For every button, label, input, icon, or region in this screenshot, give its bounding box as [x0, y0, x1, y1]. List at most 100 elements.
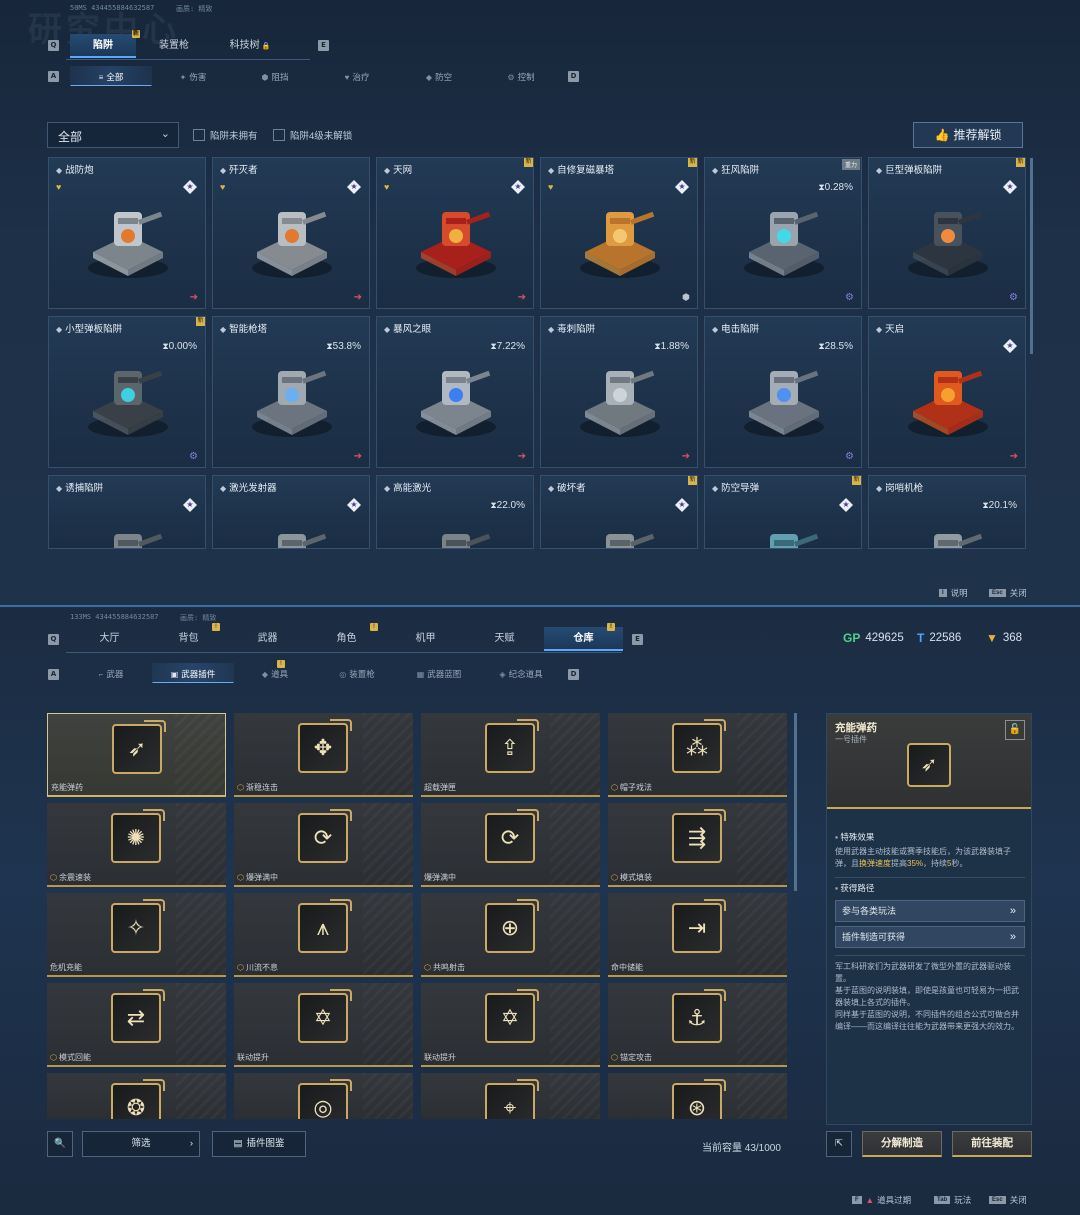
trap-card[interactable]: ◆ 暴风之眼 ⧗7.22% ➔ — [376, 316, 534, 468]
trap-card[interactable]: ◆ 破坏者 ★ 新 — [540, 475, 698, 549]
plugin-slot[interactable]: ⇥ 命中储能 — [608, 893, 787, 977]
nav-tab-5[interactable]: 天赋 — [465, 627, 544, 651]
trap-card[interactable]: ◆ 岗哨机枪 ⧗20.1% — [868, 475, 1026, 549]
share-button[interactable]: ⇱ — [826, 1131, 852, 1157]
plugin-slot[interactable]: ⁂ ⬡ 帽子戏法 — [608, 713, 787, 797]
plugin-slot[interactable]: ⊕ ⬡ 共鸣射击 — [421, 893, 600, 977]
warehouse-subtab-5[interactable]: ◈ 纪念道具 — [480, 663, 562, 683]
trap-type-icon: ◆ — [220, 484, 227, 493]
trap-card[interactable]: ◆ 巨型弹板陷阱 ★ 新 ⚙ — [868, 157, 1026, 309]
plugin-slot[interactable]: ⟳ 爆弹满中 — [421, 803, 600, 887]
plugin-icon: ❂ — [111, 1079, 165, 1119]
trap-card[interactable]: ◆ 电击陷阱 ⧗28.5% ⚙ — [704, 316, 862, 468]
filter-lv4-locked[interactable]: 陷阱4级未解锁 — [273, 128, 352, 142]
gear-icon[interactable]: ⚙ — [845, 292, 854, 303]
nav-tab-0[interactable]: 大厅 — [70, 627, 149, 651]
go-equip-button[interactable]: 前往装配 — [952, 1131, 1032, 1157]
hint-help[interactable]: I 说明 — [939, 587, 968, 599]
nav-tab-2[interactable]: 武器 — [228, 627, 307, 651]
trap-card[interactable]: ◆ 小型弹板陷阱 ⧗0.00% 新 ⚙ — [48, 316, 206, 468]
upgrade-arrow-icon[interactable]: ➔ — [682, 451, 690, 462]
gear-icon[interactable]: ⚙ — [189, 451, 198, 462]
warehouse-subtab-2[interactable]: ◆ 道具! — [234, 660, 316, 683]
plugin-slot[interactable]: ◎ — [234, 1073, 413, 1119]
hint-close[interactable]: Esc 关闭 — [989, 1194, 1027, 1206]
trap-card[interactable]: ◆ 歼灭者 ♥ ★ ➔ — [212, 157, 370, 309]
hint-play[interactable]: Tab 玩法 — [934, 1194, 971, 1206]
category-tab-5[interactable]: ⚙ 控制 — [480, 66, 562, 86]
plugin-name: 联动提升 — [237, 1053, 269, 1062]
warehouse-subtab-0[interactable]: ⌐ 武器 — [70, 663, 152, 683]
plugin-slot[interactable]: ⟳ ⬡ 爆弹满中 — [234, 803, 413, 887]
trap-card[interactable]: ◆ 激光发射器 ★ — [212, 475, 370, 549]
plugin-slot[interactable]: ⊛ — [608, 1073, 787, 1119]
trap-card[interactable]: ◆ 自修复磁暴塔 ♥ ★ 新 ⬢ — [540, 157, 698, 309]
trap-name: ◆ 防空导弹 — [712, 480, 759, 494]
tab-0[interactable]: 陷阱新 — [70, 30, 140, 58]
trap-card[interactable]: ◆ 防空导弹 ★ 新 — [704, 475, 862, 549]
trap-card[interactable]: ◆ 毒刺陷阱 ⧗1.88% ➔ — [540, 316, 698, 468]
upgrade-arrow-icon[interactable]: ➔ — [354, 292, 362, 303]
upgrade-arrow-icon[interactable]: ➔ — [518, 292, 526, 303]
route-crafting[interactable]: 插件制造可获得 » — [835, 926, 1025, 948]
plugin-slot[interactable]: ⇶ ⬡ 模式填装 — [608, 803, 787, 887]
category-tab-3[interactable]: ♥ 治疗 — [316, 66, 398, 86]
search-button[interactable]: 🔍 — [47, 1131, 73, 1157]
category-tab-2[interactable]: ⬢ 阻挡 — [234, 66, 316, 86]
warehouse-subtab-4[interactable]: ▦ 武器蓝图 — [398, 663, 480, 683]
filter-button[interactable]: 筛选 › — [82, 1131, 200, 1157]
plugin-slot[interactable]: ✺ ⬡ 余震速装 — [47, 803, 226, 887]
filter-unowned[interactable]: 陷阱未拥有 — [193, 128, 258, 142]
nav-tab-3[interactable]: 角色! — [307, 623, 386, 651]
tab-2[interactable]: 科技树 🔒 — [212, 34, 288, 58]
divider — [835, 955, 1025, 956]
alert-badge-icon: ! — [370, 623, 378, 631]
plugin-slot[interactable]: ✡ 联动提升 — [234, 983, 413, 1067]
subtab-icon: ▣ — [170, 670, 179, 679]
plugin-slot[interactable]: ➶ 充能弹药 — [47, 713, 226, 797]
sort-dropdown[interactable]: 全部 ⌄ — [47, 122, 179, 148]
warehouse-subtab-1[interactable]: ▣ 武器插件 — [152, 663, 234, 683]
scrollbar[interactable] — [1030, 158, 1033, 354]
trap-name-label: 暴风之眼 — [393, 324, 432, 335]
trap-card[interactable]: ◆ 天启 ★ ➔ — [868, 316, 1026, 468]
plugin-slot[interactable]: ⩚ ⬡ 川流不息 — [234, 893, 413, 977]
trap-card[interactable]: ◆ 天网 ♥ ★ 新 ➔ — [376, 157, 534, 309]
route-gameplay[interactable]: 参与各类玩法 » — [835, 900, 1025, 922]
plugin-slot[interactable]: ✡ 联动提升 — [421, 983, 600, 1067]
upgrade-arrow-icon[interactable]: ➔ — [354, 451, 362, 462]
nav-tab-4[interactable]: 机甲 — [386, 627, 465, 651]
warehouse-subtab-3[interactable]: ◎ 装置枪 — [316, 663, 398, 683]
hint-close[interactable]: Esc 关闭 — [989, 587, 1027, 599]
category-tab-1[interactable]: ✦ 伤害 — [152, 66, 234, 86]
scrollbar[interactable] — [794, 713, 797, 891]
plugin-slot[interactable]: ⚓ ⬡ 锚定攻击 — [608, 983, 787, 1067]
plugin-slot[interactable]: ⇪ 超载弹匣 — [421, 713, 600, 797]
plugin-slot[interactable]: ✥ ⬡ 渐稳连击 — [234, 713, 413, 797]
nav-tab-6[interactable]: 仓库! — [544, 623, 623, 651]
upgrade-arrow-icon[interactable]: ➔ — [518, 451, 526, 462]
recommend-unlock-button[interactable]: 👍 推荐解锁 — [913, 122, 1023, 148]
nav-tab-1[interactable]: 背包! — [149, 623, 228, 651]
plugin-slot[interactable]: ⇄ ⬡ 模式回能 — [47, 983, 226, 1067]
upgrade-arrow-icon[interactable]: ➔ — [190, 292, 198, 303]
hint-expired[interactable]: F ▲ 道具过期 — [852, 1194, 911, 1206]
plugin-slot[interactable]: ❂ — [47, 1073, 226, 1119]
trap-card[interactable]: ◆ 智能枪塔 ⧗53.8% ➔ — [212, 316, 370, 468]
lock-icon[interactable]: 🔓 — [1005, 720, 1025, 740]
trap-card[interactable]: ◆ 诱捕陷阱 ★ — [48, 475, 206, 549]
catalog-button[interactable]: ▤ 插件图鉴 — [212, 1131, 306, 1157]
gear-icon[interactable]: ⚙ — [1009, 292, 1018, 303]
upgrade-arrow-icon[interactable]: ➔ — [1010, 451, 1018, 462]
plugin-slot[interactable]: ⌖ — [421, 1073, 600, 1119]
tab-1[interactable]: 装置枪 — [136, 34, 212, 58]
category-tab-0[interactable]: ≡ 全部 — [70, 66, 152, 86]
dismantle-button[interactable]: 分解制造 — [862, 1131, 942, 1157]
trap-card[interactable]: ◆ 狂风陷阱 ⧗0.28% 重力 ⚙ — [704, 157, 862, 309]
category-tab-4[interactable]: ◆ 防空 — [398, 66, 480, 86]
gear-icon[interactable]: ⚙ — [845, 451, 854, 462]
trap-card[interactable]: ◆ 高能激光 ⧗22.0% — [376, 475, 534, 549]
slot-texture — [550, 983, 600, 1065]
plugin-slot[interactable]: ✧ 危机充能 — [47, 893, 226, 977]
trap-card[interactable]: ◆ 战防炮 ♥ ★ ➔ — [48, 157, 206, 309]
